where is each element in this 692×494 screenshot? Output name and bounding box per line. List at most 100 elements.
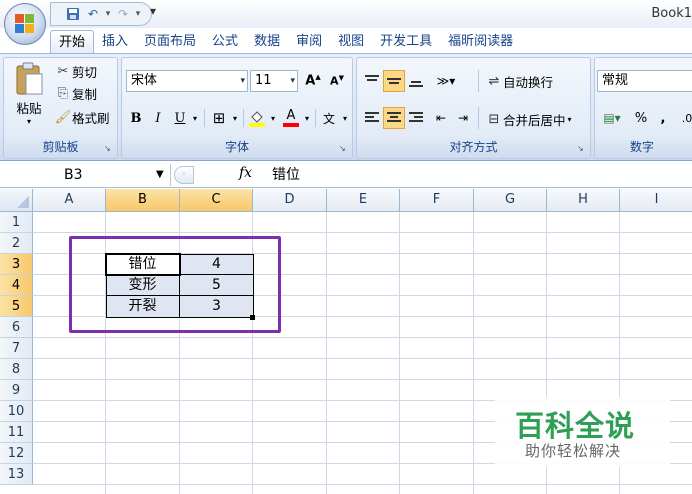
- undo-icon[interactable]: ↶: [83, 5, 103, 23]
- row-header-4[interactable]: 4: [0, 275, 33, 296]
- cell-b5[interactable]: 开裂: [106, 296, 180, 318]
- shrink-font-button[interactable]: A▼: [326, 70, 348, 92]
- tab-foxit-reader[interactable]: 福昕阅读器: [440, 30, 521, 54]
- cell-c3[interactable]: 4: [180, 254, 254, 275]
- column-header-a[interactable]: A: [33, 189, 106, 212]
- tab-view[interactable]: 视图: [330, 30, 372, 54]
- number-format-combo[interactable]: 常规: [597, 70, 692, 92]
- paste-button[interactable]: 粘贴 ▾: [8, 62, 50, 132]
- currency-button[interactable]: ▤▾: [597, 107, 627, 129]
- percent-button[interactable]: %: [631, 107, 651, 129]
- redo-dropdown-icon[interactable]: ▾: [133, 9, 143, 19]
- column-header-e[interactable]: E: [327, 189, 400, 212]
- format-painter-button[interactable]: 🖌 格式刷: [54, 108, 110, 127]
- merge-cells-icon: ⊟: [488, 112, 500, 127]
- increase-decimal-button[interactable]: .0: [677, 107, 692, 129]
- save-icon[interactable]: [63, 5, 83, 23]
- borders-button[interactable]: ⊞: [208, 107, 230, 129]
- cell-c4[interactable]: 5: [180, 275, 254, 296]
- row-header-6[interactable]: 6: [0, 317, 33, 338]
- tab-home[interactable]: 开始: [50, 30, 95, 54]
- column-header-d[interactable]: D: [253, 189, 327, 212]
- row-header-2[interactable]: 2: [0, 233, 33, 254]
- row-header-1[interactable]: 1: [0, 212, 33, 233]
- row-header-5[interactable]: 5: [0, 296, 33, 317]
- shrink-font-icon: A▼: [330, 74, 344, 88]
- undo-dropdown-icon[interactable]: ▾: [103, 9, 113, 19]
- row-header-3[interactable]: 3: [0, 254, 33, 275]
- gridline: [33, 232, 692, 233]
- middle-align-button[interactable]: [383, 70, 405, 92]
- borders-icon: ⊞: [212, 109, 226, 127]
- gridline: [33, 484, 692, 485]
- row-header-9[interactable]: 9: [0, 380, 33, 401]
- grow-font-button[interactable]: A▲: [302, 70, 324, 92]
- cell-c5[interactable]: 3: [180, 296, 254, 318]
- underline-button[interactable]: U: [170, 107, 190, 129]
- column-header-f[interactable]: F: [400, 189, 474, 212]
- wrap-text-button[interactable]: ⇌ 自动换行: [485, 72, 553, 91]
- fill-color-button[interactable]: [246, 107, 268, 129]
- select-all-button[interactable]: [0, 189, 33, 212]
- row-header-7[interactable]: 7: [0, 338, 33, 359]
- bold-button[interactable]: B: [126, 107, 146, 129]
- gridline: [33, 337, 692, 338]
- column-header-h[interactable]: H: [547, 189, 620, 212]
- tab-formulas[interactable]: 公式: [204, 30, 246, 54]
- expand-icon[interactable]: ◦: [174, 166, 194, 184]
- merge-center-button[interactable]: ⊟ 合并后居中 ▾: [485, 110, 572, 129]
- row-header-13[interactable]: 13: [0, 464, 33, 485]
- tab-developer[interactable]: 开发工具: [372, 30, 440, 54]
- formula-input[interactable]: 错位: [272, 164, 300, 186]
- row-header-10[interactable]: 10: [0, 401, 33, 422]
- gridline: [473, 212, 474, 494]
- clipboard-launcher-icon[interactable]: ↘: [104, 144, 114, 154]
- cell-b4[interactable]: 变形: [106, 275, 180, 296]
- font-color-dropdown-icon[interactable]: ▾: [302, 107, 312, 129]
- font-color-swatch: [283, 123, 299, 127]
- font-color-button[interactable]: A: [280, 107, 302, 129]
- office-button[interactable]: [4, 3, 46, 45]
- fill-handle[interactable]: [250, 315, 255, 320]
- cut-button[interactable]: ✂ 剪切: [54, 62, 97, 81]
- cell-b3[interactable]: 错位: [106, 254, 180, 275]
- format-painter-icon: 🖌: [54, 110, 72, 125]
- column-header-b[interactable]: B: [106, 189, 180, 212]
- font-size-combo[interactable]: 11 ▾: [250, 70, 298, 92]
- increase-indent-button[interactable]: ⇥: [453, 107, 473, 129]
- column-header-i[interactable]: I: [620, 189, 692, 212]
- decrease-indent-button[interactable]: ⇤: [431, 107, 451, 129]
- tab-data[interactable]: 数据: [246, 30, 288, 54]
- tab-insert[interactable]: 插入: [94, 30, 136, 54]
- underline-dropdown-icon[interactable]: ▾: [190, 107, 200, 129]
- font-name-combo[interactable]: 宋体 ▾: [126, 70, 248, 92]
- align-center-button[interactable]: [383, 107, 405, 129]
- row-header-8[interactable]: 8: [0, 359, 33, 380]
- chevron-down-icon[interactable]: ▼: [156, 164, 164, 186]
- copy-button[interactable]: ⎘ 复制: [54, 84, 97, 103]
- phonetic-dropdown-icon[interactable]: ▾: [340, 107, 350, 129]
- insert-function-icon[interactable]: fx: [239, 165, 252, 181]
- italic-button[interactable]: I: [148, 107, 168, 129]
- name-box[interactable]: B3 ▼: [0, 164, 172, 186]
- redo-icon[interactable]: ↷: [113, 5, 133, 23]
- align-left-button[interactable]: [361, 107, 383, 129]
- align-right-button[interactable]: [405, 107, 427, 129]
- customize-qat-icon[interactable]: ▾: [150, 4, 156, 18]
- bottom-align-button[interactable]: [405, 70, 427, 92]
- row-header-12[interactable]: 12: [0, 443, 33, 464]
- top-align-button[interactable]: [361, 70, 383, 92]
- align-left-icon: [365, 112, 379, 122]
- row-header-11[interactable]: 11: [0, 422, 33, 443]
- column-header-g[interactable]: G: [474, 189, 547, 212]
- fill-color-dropdown-icon[interactable]: ▾: [268, 107, 278, 129]
- tab-page-layout[interactable]: 页面布局: [136, 30, 204, 54]
- font-launcher-icon[interactable]: ↘: [339, 144, 349, 154]
- column-header-c[interactable]: C: [180, 189, 253, 212]
- tab-review[interactable]: 审阅: [288, 30, 330, 54]
- comma-style-button[interactable]: ,: [653, 107, 673, 129]
- orientation-button[interactable]: ≫▾: [431, 70, 461, 92]
- borders-dropdown-icon[interactable]: ▾: [230, 107, 240, 129]
- alignment-launcher-icon[interactable]: ↘: [577, 144, 587, 154]
- phonetic-guide-button[interactable]: 文: [318, 107, 340, 129]
